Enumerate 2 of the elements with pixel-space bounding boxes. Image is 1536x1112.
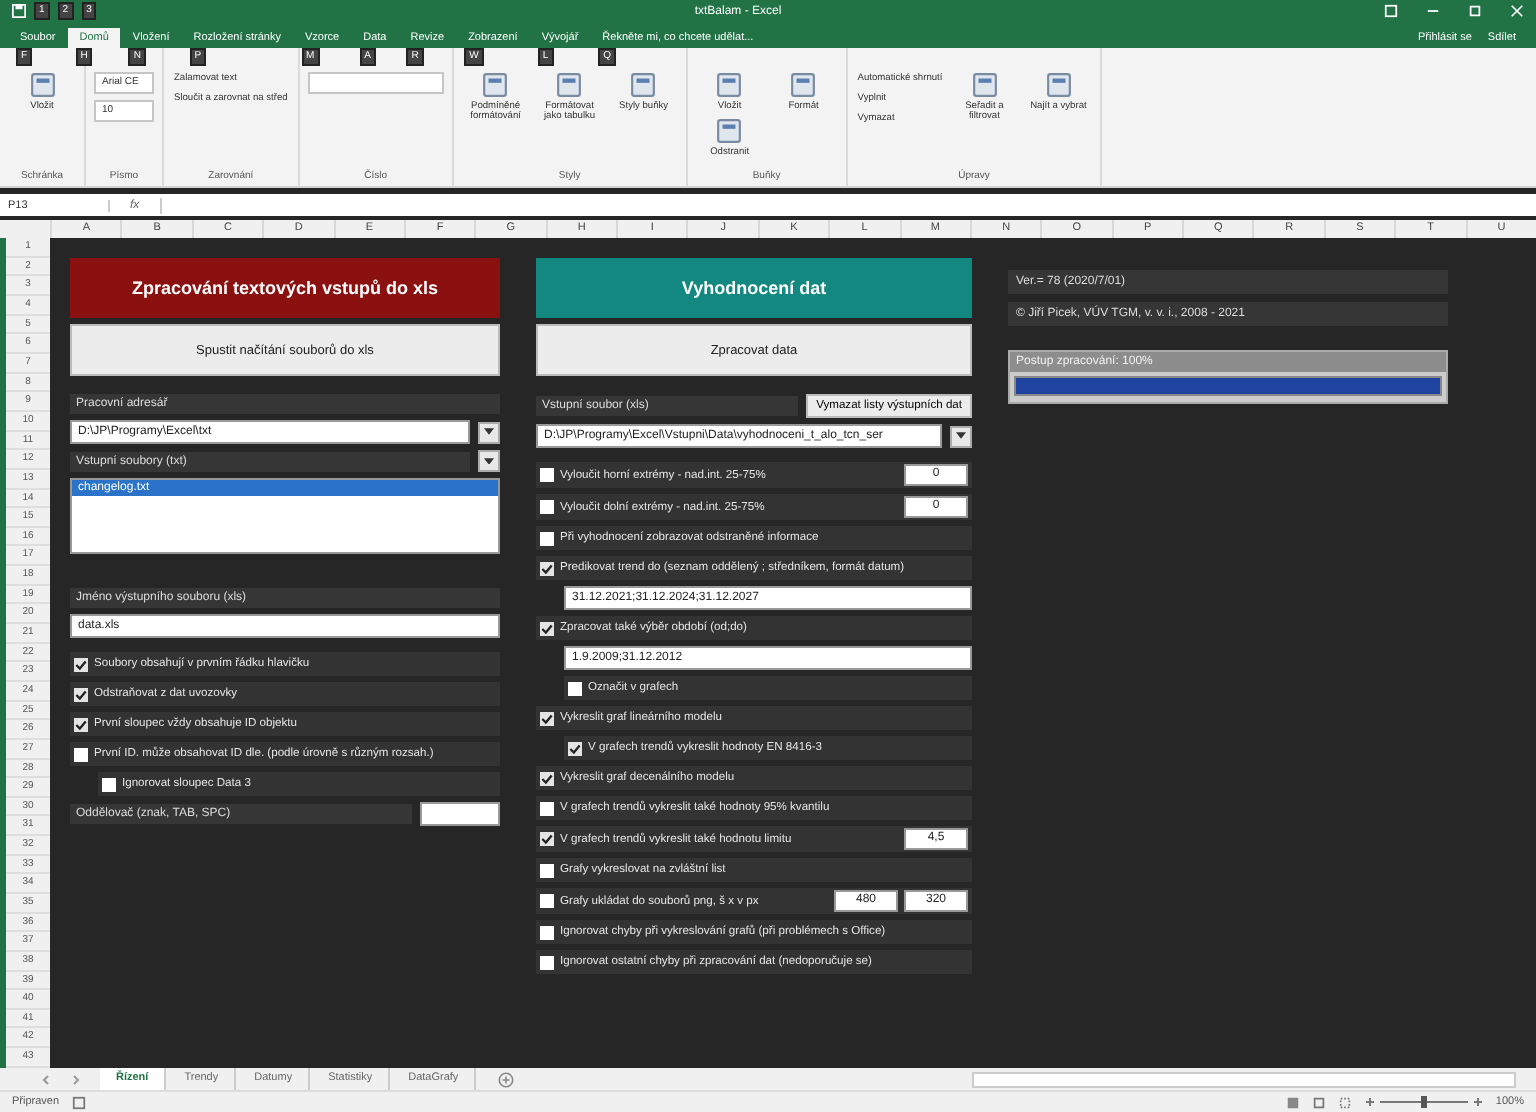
section-header: Zpracování textových vstupů do xls: [70, 258, 500, 319]
section-header: Vyhodnocení dat: [536, 258, 972, 319]
